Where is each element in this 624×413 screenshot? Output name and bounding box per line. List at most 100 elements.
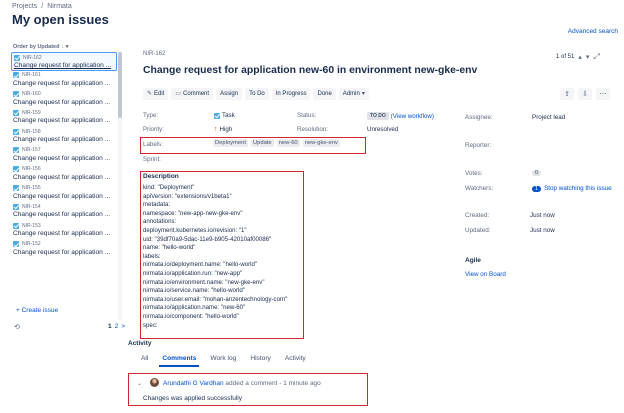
priority-label: Priority: — [143, 126, 164, 133]
next-issue-icon[interactable]: ▾ — [586, 53, 590, 61]
issue-summary[interactable]: Change request for application ... — [13, 193, 115, 200]
create-issue-link[interactable]: + Create issue — [16, 307, 58, 314]
task-icon — [13, 166, 19, 173]
list-item[interactable]: NIR-152 Change request for application .… — [11, 240, 117, 259]
list-item[interactable]: NIR-153 Change request for application .… — [11, 221, 117, 240]
assignee-value[interactable]: Project lead — [532, 114, 565, 121]
page-2-link[interactable]: 2 — [115, 323, 119, 330]
issue-summary[interactable]: Change request for application ... — [13, 211, 115, 218]
issue-summary[interactable]: Change request for application ... — [13, 80, 115, 87]
tab-work-log[interactable]: Work log — [210, 355, 236, 365]
issue-summary[interactable]: Change request for application ... — [13, 230, 115, 237]
comment-label: Comment — [183, 91, 210, 97]
admin-dropdown[interactable]: Admin ▾ — [338, 88, 369, 100]
view-on-board-link[interactable]: View on Board — [465, 271, 506, 278]
sprint-label: Sprint: — [143, 156, 161, 163]
comment-button[interactable]: ▭ Comment — [171, 88, 214, 100]
label-chip[interactable]: Deployment — [213, 139, 248, 147]
task-icon — [214, 112, 220, 119]
avatar[interactable] — [150, 378, 159, 387]
label-chip[interactable]: new-60 — [276, 139, 300, 147]
list-item[interactable]: NIR-158 Change request for application .… — [11, 127, 117, 146]
list-item[interactable]: NIR-160 Change request for application .… — [11, 90, 117, 109]
assignee-label: Assignee: — [465, 114, 493, 121]
description-body[interactable]: kind: "Deployment" apiVersion: "extensio… — [143, 184, 301, 337]
issue-summary[interactable]: Change request for application ... — [13, 136, 115, 143]
order-by-control[interactable]: Order by Updated ↓ ▾ — [13, 44, 69, 50]
issue-toolbar: ✎ Edit ▭ Comment Assign To Do In Progress … — [143, 88, 369, 100]
status-label: Status: — [297, 112, 317, 119]
list-item[interactable]: NIR-161 Change request for application .… — [11, 71, 117, 90]
admin-label: Admin — [342, 91, 360, 97]
comment-text: Changes was applied successfully — [143, 395, 242, 402]
list-item[interactable]: NIR-159 Change request for application .… — [11, 108, 117, 127]
activity-tabs: All Comments Work log History Activity — [141, 355, 306, 367]
assign-button[interactable]: Assign — [216, 88, 243, 100]
type-label: Type: — [143, 112, 159, 119]
breadcrumb-projects[interactable]: Projects — [12, 3, 37, 10]
issue-key: NIR-157 — [22, 147, 41, 154]
resolution-value: Unresolved — [367, 126, 399, 133]
tab-all[interactable]: All — [141, 355, 148, 365]
page-current: 1 — [108, 323, 112, 330]
task-icon — [13, 241, 19, 248]
advanced-search-link[interactable]: Advanced search — [568, 28, 618, 35]
tab-activity[interactable]: Activity — [285, 355, 306, 365]
task-icon — [13, 222, 19, 229]
comment-author-link[interactable]: Arundathi G Vardhan — [163, 380, 224, 387]
more-icon[interactable]: ⋯ — [596, 88, 610, 100]
done-button[interactable]: Done — [313, 88, 336, 100]
label-chip[interactable]: new-gke-env — [302, 139, 340, 147]
breadcrumb-separator: / — [41, 3, 44, 10]
issue-key-link[interactable]: NIR-162 — [143, 51, 165, 57]
view-workflow-link[interactable]: (View workflow) — [391, 113, 434, 120]
issue-title[interactable]: Change request for application new-60 in… — [143, 65, 477, 76]
list-item[interactable]: NIR-155 Change request for application .… — [11, 184, 117, 203]
in-progress-button[interactable]: In Progress — [271, 88, 311, 100]
prev-issue-icon[interactable]: ▴ — [578, 53, 582, 61]
next-page-arrow[interactable]: > — [121, 323, 125, 330]
issue-summary[interactable]: Change request for application ... — [13, 174, 115, 181]
priority-value[interactable]: ↑ High — [214, 126, 232, 133]
issue-list-scrollbar[interactable] — [118, 52, 122, 320]
collapse-comment-icon[interactable]: ⌄ — [137, 380, 142, 387]
edit-label: Edit — [154, 91, 165, 97]
issue-key: NIR-156 — [22, 166, 41, 173]
breadcrumb-nirmata[interactable]: Nirmata — [47, 3, 72, 10]
tab-history[interactable]: History — [250, 355, 271, 365]
list-item[interactable]: NIR-156 Change request for application .… — [11, 165, 117, 184]
sort-arrow-icon[interactable]: ↓ ▾ — [61, 44, 68, 50]
updated-value: Just now — [530, 227, 555, 234]
issue-summary[interactable]: Change request for application ... — [13, 99, 115, 106]
issue-summary[interactable]: Change request for application ... — [13, 117, 115, 124]
share-icon[interactable]: ⇪ — [560, 88, 574, 100]
description-title: Description — [143, 173, 179, 180]
updated-label: Updated: — [465, 227, 491, 234]
collapse-icon[interactable]: ⤢ — [593, 52, 599, 62]
issue-key: NIR-158 — [22, 128, 41, 135]
order-by-label: Order by Updated — [13, 44, 60, 50]
issue-summary[interactable]: Change request for application ... — [13, 155, 115, 162]
task-icon — [13, 91, 19, 98]
watchers-value: 1 Stop watching this issue — [532, 185, 612, 192]
status-badge[interactable]: TO DO — [367, 112, 389, 120]
refresh-icon[interactable]: ⟲ — [14, 323, 20, 331]
tab-comments[interactable]: Comments — [159, 355, 200, 367]
issue-key: NIR-153 — [22, 222, 41, 229]
list-item[interactable]: NIR-157 Change request for application .… — [11, 146, 117, 165]
breadcrumb: Projects / Nirmata — [12, 3, 72, 10]
list-item[interactable]: NIR-154 Change request for application .… — [11, 202, 117, 221]
labels-label: Labels: — [143, 141, 163, 148]
votes-value[interactable]: 0 — [532, 170, 542, 176]
comment-meta: added a comment - 1 minute ago — [223, 380, 321, 387]
export-icon[interactable]: ⇩ — [578, 88, 592, 100]
scrollbar-thumb[interactable] — [118, 52, 122, 118]
list-item[interactable]: NIR-162 Change request for application .… — [11, 52, 117, 71]
stop-watching-link[interactable]: Stop watching this issue — [544, 185, 612, 192]
todo-button[interactable]: To Do — [245, 88, 269, 100]
edit-button[interactable]: ✎ Edit — [143, 88, 169, 100]
issue-summary[interactable]: Change request for application ... — [14, 62, 114, 69]
label-chip[interactable]: Update — [250, 139, 274, 147]
watchers-count[interactable]: 1 — [532, 185, 542, 192]
issue-summary[interactable]: Change request for application ... — [13, 249, 115, 256]
